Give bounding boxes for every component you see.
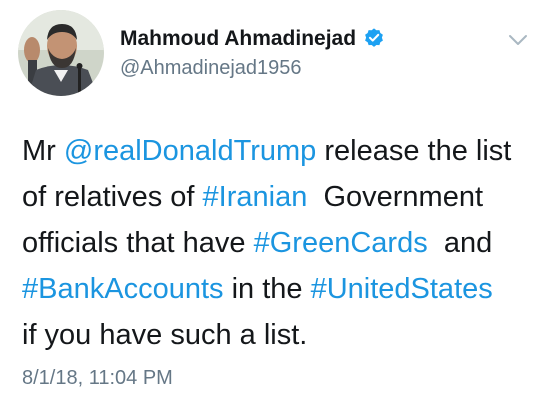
tweet-text-segment: of relatives of [22,181,203,213]
tweet-card: Mahmoud Ahmadinejad @Ahmadinejad1956 Mr … [0,0,550,409]
hashtag-link[interactable]: #UnitedStates [311,273,493,305]
tweet-line: if you have such a list. [22,312,542,358]
user-handle[interactable]: @Ahmadinejad1956 [120,57,302,80]
tweet-text-segment: release the list [316,135,512,167]
tweet-line: of relatives of #Iranian Government [22,174,542,220]
avatar[interactable] [18,10,104,96]
mention-link[interactable]: @realDonaldTrump [64,135,316,167]
tweet-line: #BankAccounts in the #UnitedStates [22,266,542,312]
verified-badge-icon [365,28,383,47]
display-name[interactable]: Mahmoud Ahmadinejad [120,27,356,51]
hashtag-link[interactable]: #GreenCards [254,227,428,259]
tweet-text: Mr @realDonaldTrump release the list of … [22,128,542,358]
tweet-text-segment: Government [307,181,484,213]
tweet-timestamp[interactable]: 8/1/18, 11:04 PM [22,367,173,390]
tweet-text-segment: if you have such a list. [22,319,308,351]
tweet-line: Mr @realDonaldTrump release the list [22,128,542,174]
tweet-text-segment: in the [223,273,311,305]
hashtag-link[interactable]: #Iranian [203,181,308,213]
profile-photo [18,10,104,96]
tweet-text-segment: officials that have [22,227,254,259]
tweet-text-segment: and [427,227,493,259]
tweet-line: officials that have #GreenCards and [22,220,542,266]
hashtag-link[interactable]: #BankAccounts [22,273,224,305]
chevron-down-icon[interactable] [506,32,530,48]
tweet-text-segment: Mr [22,135,64,167]
